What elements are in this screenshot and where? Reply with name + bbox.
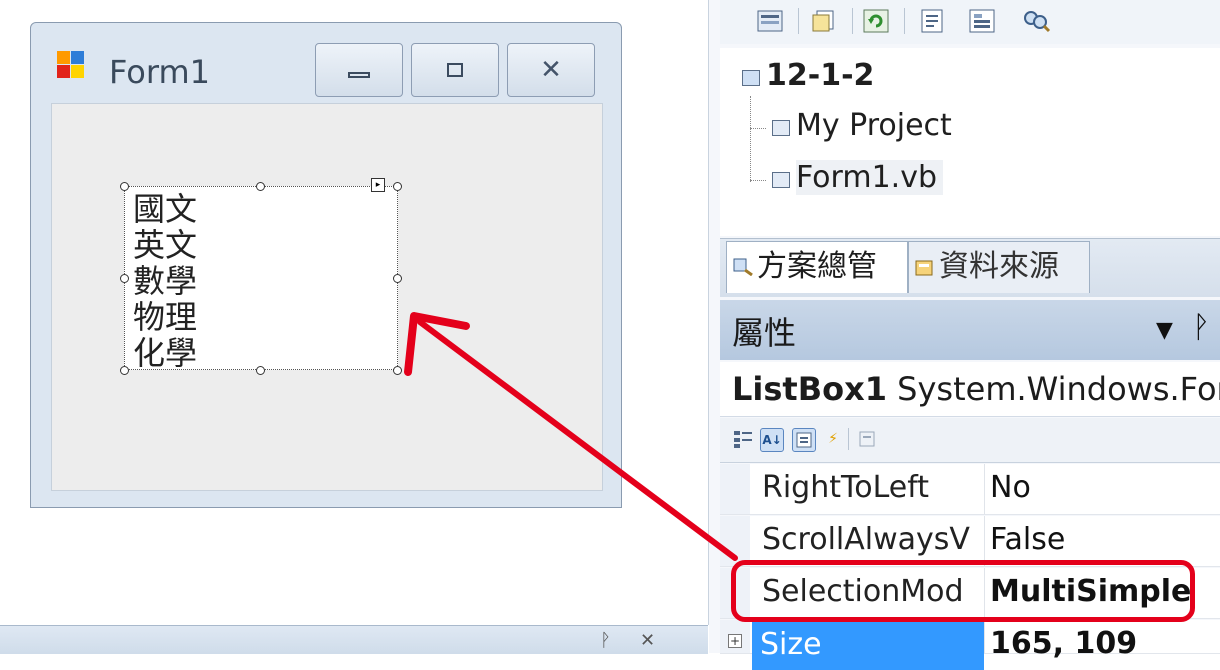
property-value[interactable]: No	[990, 470, 1031, 505]
list-item[interactable]: 國文	[133, 191, 197, 227]
properties-view-icon[interactable]	[792, 428, 816, 452]
property-row-size[interactable]: + Size 165, 109	[720, 620, 1220, 670]
events-icon[interactable]: ⚡	[822, 428, 844, 450]
tab-label: 方案總管	[757, 249, 877, 284]
categorized-icon[interactable]	[732, 428, 754, 450]
resize-handle[interactable]	[256, 366, 265, 375]
properties-title: 屬性	[732, 314, 797, 352]
list-item[interactable]: 數學	[133, 263, 197, 299]
view-designer-icon[interactable]	[966, 6, 998, 36]
close-icon: ✕	[540, 55, 562, 85]
view-code-icon[interactable]	[916, 6, 948, 36]
resize-handle[interactable]	[120, 366, 129, 375]
resize-handle[interactable]	[120, 182, 129, 191]
resize-handle[interactable]	[393, 366, 402, 375]
property-row[interactable]: RightToLeft No	[720, 464, 1220, 515]
maximize-icon	[447, 63, 463, 77]
annotation-highlight-box	[731, 560, 1195, 622]
panel-tabs: 方案總管 資料來源	[720, 238, 1220, 297]
property-value[interactable]: False	[990, 522, 1065, 557]
solution-explorer-toolbar	[720, 0, 1220, 44]
show-all-files-icon[interactable]	[808, 6, 840, 36]
class-view-icon[interactable]	[1020, 6, 1052, 36]
expand-icon[interactable]: +	[728, 634, 742, 648]
chevron-down-icon[interactable]: ▼	[1156, 318, 1173, 343]
refresh-icon[interactable]	[860, 6, 892, 36]
close-icon[interactable]: ✕	[640, 630, 655, 651]
property-value[interactable]: 165, 109	[990, 626, 1137, 661]
pin-icon[interactable]: ᚹ	[600, 630, 611, 651]
properties-toolbar: A↓ ⚡	[720, 418, 1220, 463]
smart-tag-icon[interactable]: ▸	[371, 178, 385, 192]
properties-icon[interactable]	[754, 6, 786, 36]
properties-header: 屬性 ▼ ᚹ	[720, 300, 1220, 360]
minimize-icon	[348, 72, 370, 78]
list-item[interactable]: 英文	[133, 227, 197, 263]
data-source-icon	[915, 260, 933, 276]
vb-project-icon	[742, 70, 760, 86]
tab-solution-explorer[interactable]: 方案總管	[726, 241, 908, 293]
property-pages-icon[interactable]	[856, 428, 878, 450]
tree-connector	[750, 180, 766, 181]
tab-data-sources[interactable]: 資料來源	[908, 241, 1090, 293]
pin-icon[interactable]: ᚹ	[1192, 310, 1210, 345]
object-name: ListBox1	[732, 370, 887, 408]
alphabetical-icon[interactable]: A↓	[760, 428, 784, 452]
form-app-icon	[57, 51, 84, 78]
tab-label: 資料來源	[939, 249, 1059, 284]
tree-item-my-project[interactable]: My Project	[796, 108, 952, 143]
maximize-button[interactable]	[411, 43, 499, 97]
form-file-icon	[772, 172, 790, 188]
tree-connector	[750, 96, 751, 182]
designer-surface: Form1 ✕ 國文 英文 數學 物理 化學 ▸	[0, 0, 709, 625]
resize-handle[interactable]	[120, 274, 129, 283]
solution-tree: 12-1-2 My Project Form1.vb	[720, 48, 1220, 236]
object-selector[interactable]: ListBox1 System.Windows.For	[720, 362, 1220, 417]
tree-item-project[interactable]: 12-1-2	[766, 58, 874, 93]
property-name: Size	[752, 620, 984, 670]
property-name: RightToLeft	[762, 470, 930, 505]
tree-connector	[750, 128, 766, 129]
listbox1[interactable]: 國文 英文 數學 物理 化學	[124, 186, 398, 371]
my-project-icon	[772, 120, 790, 136]
object-type: System.Windows.For	[897, 370, 1220, 408]
resize-handle[interactable]	[393, 274, 402, 283]
output-panel-strip: ᚹ ✕	[0, 625, 708, 654]
close-button[interactable]: ✕	[507, 43, 595, 97]
solution-explorer-icon	[733, 258, 753, 276]
list-item[interactable]: 化學	[133, 335, 197, 371]
resize-handle[interactable]	[393, 182, 402, 191]
minimize-button[interactable]	[315, 43, 403, 97]
list-item[interactable]: 物理	[133, 299, 197, 335]
property-name: ScrollAlwaysV	[762, 522, 970, 557]
tree-item-form1[interactable]: Form1.vb	[796, 160, 943, 195]
resize-handle[interactable]	[256, 182, 265, 191]
form-title: Form1	[109, 53, 210, 91]
